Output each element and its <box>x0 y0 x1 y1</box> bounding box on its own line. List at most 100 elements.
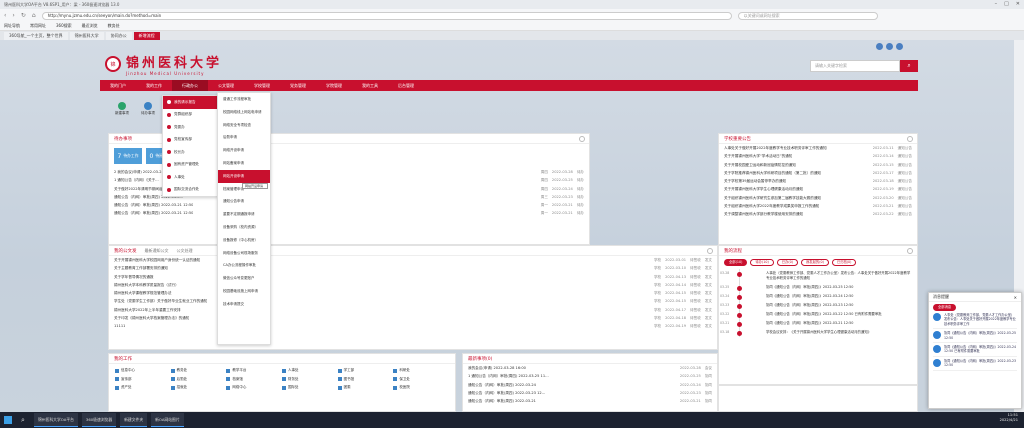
list-item[interactable]: 关于组织锦州医科大学2022年度教学成果奖申报工作的通知 2022-03-21 通知… <box>719 202 917 210</box>
list-item[interactable]: 通知公告（内网）审批(周四) 2022-03-21 12:50 周一 2022-03… <box>109 201 589 209</box>
nav-item[interactable]: 我的工具 <box>352 80 388 91</box>
service-link[interactable]: 科研处 <box>393 367 449 375</box>
submenu-item[interactable]: 后勤申请 <box>218 131 270 144</box>
submenu-item[interactable]: 技术申请提交 <box>218 298 270 311</box>
popup-filter-all[interactable]: 全部消息 <box>933 304 957 311</box>
flow-item[interactable]: 03-24 协同《通知公告（内网）审批(周四)》2022-03-24 12:50 <box>720 292 917 301</box>
browser-search-input[interactable]: 以关键词或网址搜索 <box>737 11 878 20</box>
list-item[interactable]: 我的会议(申请) 2022-03-28 16:00 2022-03-28 会议 <box>463 364 717 372</box>
flow-item[interactable]: 03-21 协同《通知公告（内网）审批(周四)》2022-03-21 12:50 <box>720 319 917 328</box>
more-icon[interactable] <box>707 248 713 254</box>
service-link[interactable]: 招就处 <box>170 384 227 392</box>
browser-tab[interactable]: 新增流程 <box>133 32 160 40</box>
forward-icon[interactable]: › <box>12 12 14 19</box>
list-item[interactable]: 关于学院推荐锦州医科大学科研项目的通知（第二批）的通知 2022-03-17 通知公… <box>719 169 917 177</box>
service-link[interactable]: 档案馆 <box>226 376 282 384</box>
flow-item[interactable]: 03-18 学校会议安排：《关于开展锦州医科大学学生心理健康活动月的通知》 <box>720 328 917 337</box>
tab-latest-notice[interactable]: 最新通知公文 <box>145 248 169 254</box>
list-item[interactable]: 锦州医科大学2022年上半年重要工作安排 学校 2022-04-17 待签收 发文 <box>109 306 717 314</box>
list-item[interactable]: 关于开展校园爱卫运动和新冠疫情防控的通知 2022-03-15 通知公告 <box>719 161 917 169</box>
submenu-item[interactable]: 微信公众号变更账户 <box>218 272 270 285</box>
service-link[interactable]: 团委 <box>337 384 394 392</box>
search-icon[interactable]: ⌕ <box>900 60 918 72</box>
list-item[interactable]: 关于开展锦州医科大学学生心理健康活动月的通知 2022-03-19 通知公告 <box>719 185 917 193</box>
list-item[interactable]: 通知公告（内网）审批(周四) 2022-03-21 2022-03-21 协同 <box>463 397 717 405</box>
todo-tile[interactable]: 7 待办工作 <box>114 148 142 164</box>
service-link[interactable]: 网络中心 <box>226 384 282 392</box>
submenu-item[interactable]: 校园网络线上网站电申请 <box>218 106 270 119</box>
menu-item[interactable]: 党委办 <box>163 121 217 134</box>
service-link[interactable]: 信息中心 <box>115 367 171 375</box>
tab-my-notice[interactable]: 我的公文发 <box>114 248 137 254</box>
submenu-item[interactable]: 通知公告申请 <box>218 195 270 208</box>
user-icon[interactable] <box>876 43 883 50</box>
list-item[interactable]: 关于开展锦州医科大学校园网用户身份统一认证的通知 学校 2022-03-01 待签收发… <box>109 256 717 264</box>
list-item[interactable]: 锦州医科大学本科教学质量报告（试行） 学校 2022-04-14 待签收 发文 <box>109 281 717 289</box>
submenu-item[interactable]: 重要不定期通报申请 <box>218 208 270 221</box>
nav-item[interactable]: 后台管理 <box>388 80 424 91</box>
nav-item[interactable]: 我的工作 <box>136 80 172 91</box>
list-item[interactable]: 通知公告（内网）审批(周四) 2022-03-24 2022-03-24 协同 <box>463 381 717 389</box>
browser-tab[interactable]: 360导航_一个主页，整个世界 <box>4 32 68 40</box>
list-item[interactable]: 通知公告（内网）审批(周四) 2022-03-21 12:50 周一 2022-03… <box>109 209 589 217</box>
popup-message[interactable]: 协同《通知公告（内网）审批(周四)》2022-03-25 12:50 <box>933 329 1017 344</box>
service-link[interactable]: 资产处 <box>115 384 171 392</box>
flow-item[interactable]: 03-28 人事处（党委教师工作部、党委人才工作办公室）发布公告：人事处关于做好开… <box>720 269 917 283</box>
menu-item[interactable]: 国际交流合作处 <box>163 184 217 197</box>
list-item[interactable]: 关于开展锦州医科大学“学术活动日”的通知 2022-03-14 通知公告 <box>719 152 917 160</box>
bookmark-item[interactable]: 网址导航 <box>4 23 20 29</box>
service-link[interactable]: 校医院 <box>393 384 449 392</box>
nav-item[interactable]: 公文管理 <box>208 80 244 91</box>
service-link[interactable]: 教务处 <box>170 367 227 375</box>
nav-item[interactable]: 我的门户 <box>100 80 136 91</box>
tab-notice-process[interactable]: 公文处理 <box>177 248 193 254</box>
more-icon[interactable] <box>907 248 913 254</box>
menu-item[interactable]: 我的请示报告 <box>163 96 217 109</box>
more-icon[interactable] <box>579 136 585 142</box>
close-icon[interactable]: ✕ <box>1016 1 1020 7</box>
flow-filter-chip[interactable]: 已办(0) <box>776 259 799 266</box>
service-link[interactable]: 国际处 <box>282 384 338 392</box>
flow-item[interactable]: 03-22 协同《通知公告（内网）审批(周四)》2022-03-22 12:50 … <box>720 310 917 319</box>
menu-item[interactable]: 党群组织部 <box>163 109 217 122</box>
taskbar-app[interactable]: 锦州医科大学OA平台 <box>34 413 78 427</box>
menu-item[interactable]: 人事处 <box>163 171 217 184</box>
home-icon[interactable]: ⌂ <box>32 12 36 19</box>
bookmark-item[interactable]: 最近浏览 <box>82 23 98 29</box>
service-link[interactable]: 保卫处 <box>393 376 449 384</box>
list-item[interactable]: 锦州医科大学课程教学规范管理办法 学校 2022-04-15 待签收 发文 <box>109 289 717 297</box>
bookmark-item[interactable]: 教务处 <box>108 23 120 29</box>
menu-item[interactable]: 党校宣传部 <box>163 134 217 147</box>
submenu-item[interactable]: 设备报修（中心机房） <box>218 234 270 247</box>
menu-item[interactable]: 固有资产管理处 <box>163 159 217 172</box>
list-item[interactable]: 关于学校第39届运动会暂停举办的通知 2022-03-18 通知公告 <box>719 177 917 185</box>
reload-icon[interactable]: ↻ <box>21 12 26 19</box>
submenu-item[interactable]: 网络安全专项检查 <box>218 119 270 132</box>
service-link[interactable]: 后勤处 <box>170 376 227 384</box>
list-item[interactable]: 学生处（党委学生工作部）关于做好毕业生就业工作的通知 学校 2022-04-15 待签… <box>109 297 717 305</box>
taskbar-app[interactable]: 360极速浏览器 <box>81 413 117 427</box>
list-item[interactable]: 关于学年督导情况的通报 学校 2022-04-13 待签收 发文 <box>109 273 717 281</box>
bookmark-item[interactable]: 常用网址 <box>30 23 46 29</box>
flow-filter-chip[interactable]: 已归档(0) <box>831 259 857 266</box>
browser-tab[interactable]: 锦州医科大学 <box>69 32 104 40</box>
flow-filter-chip[interactable]: 我发起的(0) <box>801 259 829 266</box>
popup-message[interactable]: 人事处（党委教师工作部、党委人才工作办公室）发布公告：人事处关于做好开展2022… <box>933 311 1017 330</box>
address-bar[interactable]: http://mynu.jzmu.edu.cn/seeyon/main.do?m… <box>41 11 732 20</box>
submenu-item[interactable]: 网站备案申请 <box>218 157 270 170</box>
list-item[interactable]: 关于组织锦州医科大学研究生参加第二届教学技能大赛的通知 2022-03-20 通知公… <box>719 194 917 202</box>
submenu-item[interactable]: 普通工作流程审批 <box>218 93 270 106</box>
minimize-icon[interactable]: – <box>995 1 998 7</box>
flow-item[interactable]: 03-23 协同《通知公告（内网）审批(周四)》2022-03-23 12:50 <box>720 301 917 310</box>
nav-item[interactable]: 学校管理 <box>244 80 280 91</box>
service-link[interactable]: 人事处 <box>282 367 338 375</box>
popup-message[interactable]: 协同《通知公告（内网）审批(周四)》2022-03-24 12:50 已有附件需… <box>933 343 1017 357</box>
list-item[interactable]: 关于主题教育工作部署安排的通知 学校 2022-03-10 待签收 发文 <box>109 264 717 272</box>
browser-tab[interactable]: 协同办公 <box>105 32 132 40</box>
list-item[interactable]: 人事处关于做好开展2022年度教学专业技术职务评审工作的通知 2022-03-11… <box>719 144 917 152</box>
submenu-item[interactable]: 网络开设申请 <box>218 144 270 157</box>
portal-search-input[interactable]: 请输入关键字检索 <box>810 60 900 72</box>
message-icon[interactable] <box>886 43 893 50</box>
taskbar-app[interactable]: 新建文件夹 <box>120 413 148 427</box>
service-link[interactable]: 图书馆 <box>337 376 394 384</box>
